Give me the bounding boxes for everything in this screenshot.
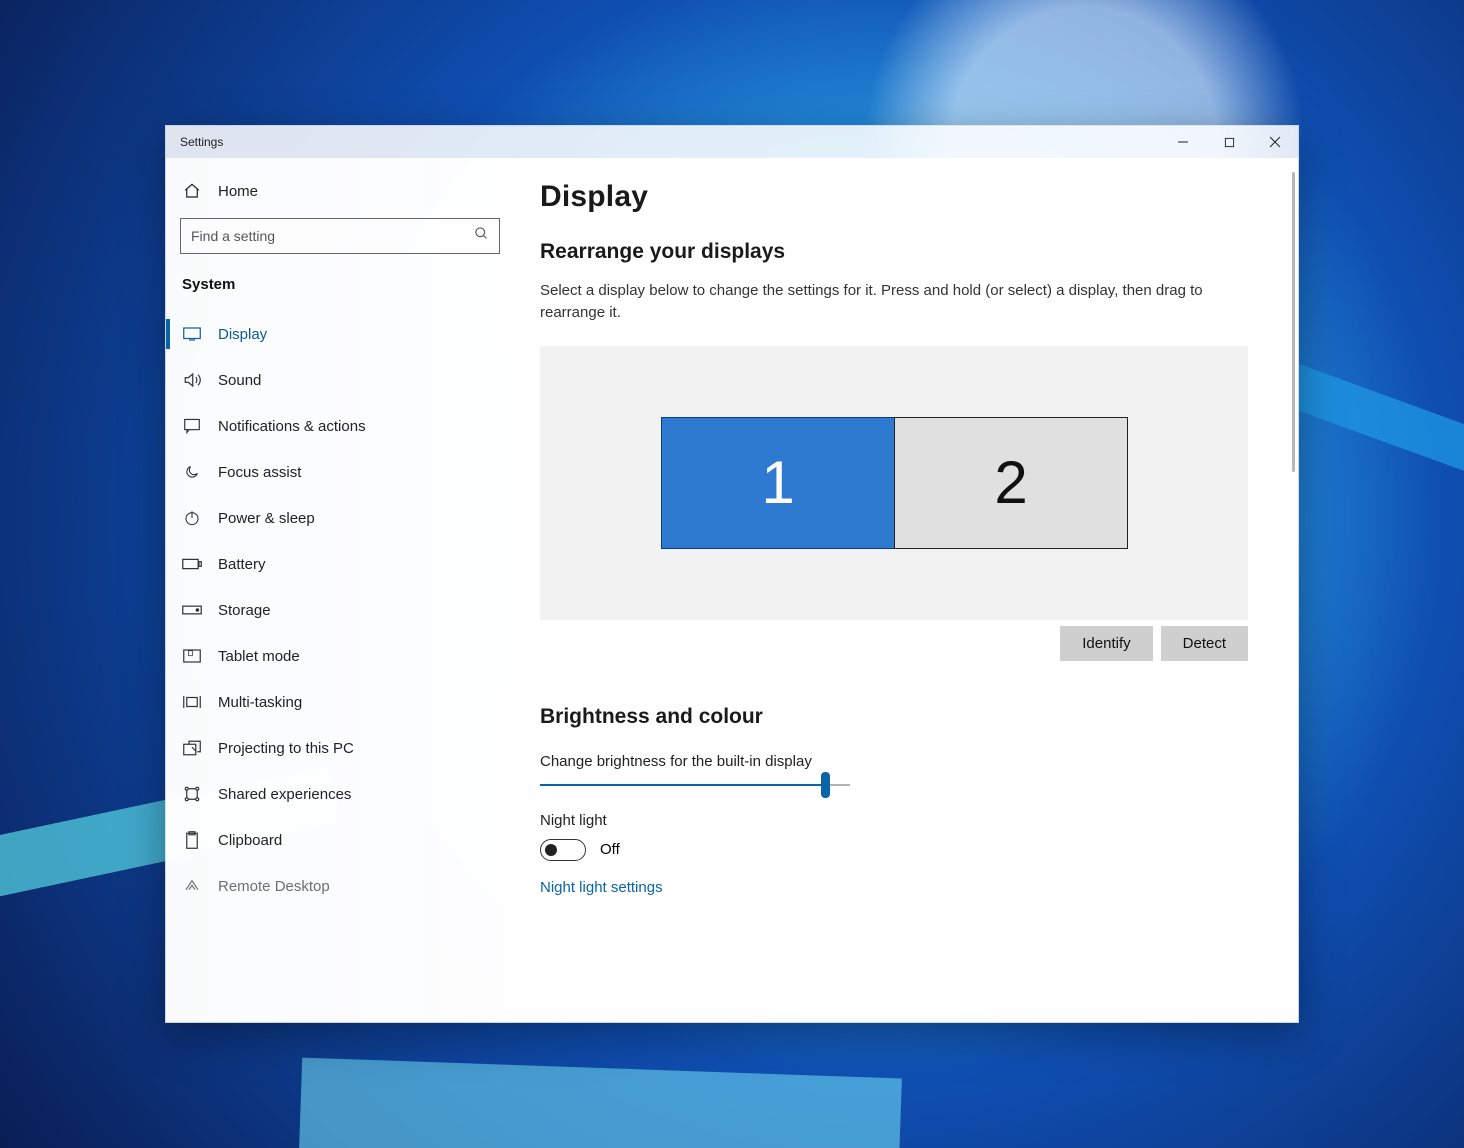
sidebar-item-projecting[interactable]: Projecting to this PC (166, 725, 514, 771)
minimize-button[interactable] (1160, 126, 1206, 158)
identify-button[interactable]: Identify (1060, 626, 1152, 661)
brightness-heading: Brightness and colour (540, 705, 1262, 729)
sidebar-item-shared-experiences[interactable]: Shared experiences (166, 771, 514, 817)
sidebar-item-remote-desktop[interactable]: Remote Desktop (166, 863, 514, 909)
search-input[interactable] (191, 228, 474, 244)
sidebar-item-notifications[interactable]: Notifications & actions (166, 403, 514, 449)
scrollbar[interactable] (1292, 172, 1295, 472)
monitor-1[interactable]: 1 (661, 417, 895, 549)
project-icon (182, 740, 202, 756)
rearrange-heading: Rearrange your displays (540, 240, 1262, 264)
app-title: Settings (180, 135, 223, 149)
night-light-toggle[interactable] (540, 839, 586, 861)
sidebar-item-label: Sound (218, 372, 261, 389)
sidebar-item-label: Battery (218, 556, 266, 573)
power-icon (182, 510, 202, 526)
home-icon (182, 182, 202, 200)
night-light-label: Night light (540, 812, 1262, 829)
sound-icon (182, 372, 202, 388)
sidebar-item-label: Focus assist (218, 464, 301, 481)
sidebar-item-clipboard[interactable]: Clipboard (166, 817, 514, 863)
sidebar-item-label: Storage (218, 602, 271, 619)
section-system: System (166, 268, 514, 311)
notifications-icon (182, 418, 202, 434)
maximize-button[interactable] (1206, 126, 1252, 158)
sidebar-item-label: Clipboard (218, 832, 282, 849)
sidebar-item-battery[interactable]: Battery (166, 541, 514, 587)
battery-icon (182, 558, 202, 570)
moon-icon (182, 464, 202, 480)
sidebar-item-label: Tablet mode (218, 648, 300, 665)
sidebar-item-label: Multi-tasking (218, 694, 302, 711)
page-title: Display (540, 180, 1262, 214)
display-arranger[interactable]: 1 2 (540, 346, 1248, 620)
settings-window: Settings Home (165, 125, 1299, 1023)
shared-icon (182, 785, 202, 803)
brightness-label: Change brightness for the built-in displ… (540, 753, 1262, 770)
tablet-icon (182, 649, 202, 663)
main-panel: Display Rearrange your displays Select a… (514, 158, 1298, 1022)
sidebar-item-multi-tasking[interactable]: Multi-tasking (166, 679, 514, 725)
sidebar-item-display[interactable]: Display (166, 311, 514, 357)
sidebar-item-tablet-mode[interactable]: Tablet mode (166, 633, 514, 679)
remote-icon (182, 879, 202, 893)
sidebar-item-power-sleep[interactable]: Power & sleep (166, 495, 514, 541)
brightness-slider[interactable] (540, 784, 850, 786)
multitask-icon (182, 695, 202, 709)
rearrange-description: Select a display below to change the set… (540, 280, 1260, 324)
storage-icon (182, 605, 202, 615)
search-icon (474, 226, 489, 246)
sidebar-item-label: Remote Desktop (218, 878, 330, 895)
night-light-state: Off (600, 841, 620, 858)
close-button[interactable] (1252, 126, 1298, 158)
sidebar-item-label: Shared experiences (218, 786, 351, 803)
sidebar-item-focus-assist[interactable]: Focus assist (166, 449, 514, 495)
sidebar-item-label: Display (218, 326, 267, 343)
night-light-settings-link[interactable]: Night light settings (540, 879, 663, 896)
sidebar-item-label: Notifications & actions (218, 418, 366, 435)
sidebar: Home System Display Sound (166, 158, 514, 1022)
sidebar-item-storage[interactable]: Storage (166, 587, 514, 633)
display-icon (182, 327, 202, 341)
monitor-2[interactable]: 2 (894, 417, 1128, 549)
home-label: Home (218, 183, 258, 200)
clipboard-icon (182, 831, 202, 849)
brightness-slider-thumb[interactable] (821, 772, 830, 798)
home-button[interactable]: Home (166, 168, 514, 214)
search-box[interactable] (180, 218, 500, 254)
detect-button[interactable]: Detect (1161, 626, 1248, 661)
sidebar-item-sound[interactable]: Sound (166, 357, 514, 403)
sidebar-item-label: Projecting to this PC (218, 740, 354, 757)
titlebar: Settings (166, 126, 1298, 158)
sidebar-item-label: Power & sleep (218, 510, 315, 527)
